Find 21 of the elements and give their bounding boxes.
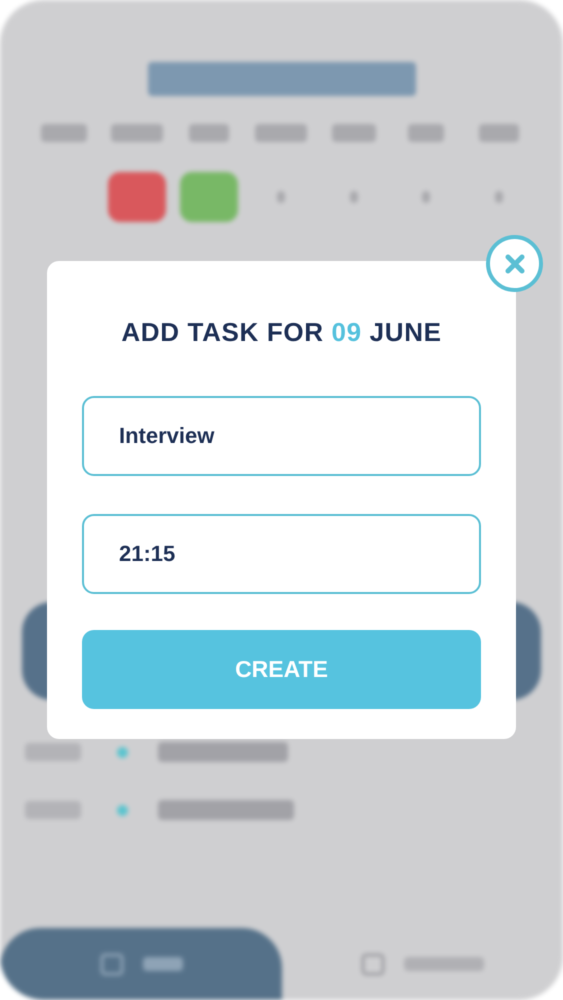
blurred-text	[41, 124, 88, 142]
blurred-text	[142, 957, 183, 971]
tab[interactable]	[0, 928, 282, 1000]
blurred-text	[25, 801, 81, 819]
input-field[interactable]: 21:15	[82, 514, 481, 594]
blurred-text	[277, 191, 286, 203]
blurred-text	[25, 743, 81, 761]
blurred-text	[478, 124, 519, 142]
blurred-text	[422, 191, 430, 203]
blurred-text	[350, 191, 358, 203]
tab-icon	[98, 951, 125, 977]
blurred-text	[110, 124, 163, 142]
blurred-text	[255, 124, 308, 142]
close-icon	[504, 252, 526, 274]
blurred-text	[332, 124, 376, 142]
blurred-text	[408, 124, 444, 142]
blurred-text	[189, 124, 230, 142]
dialog-title: ADD TASK FOR 09 JUNE	[121, 316, 442, 349]
input-field[interactable]: Interview	[82, 396, 481, 476]
tab-icon	[360, 951, 386, 977]
blurred-text	[494, 191, 503, 203]
